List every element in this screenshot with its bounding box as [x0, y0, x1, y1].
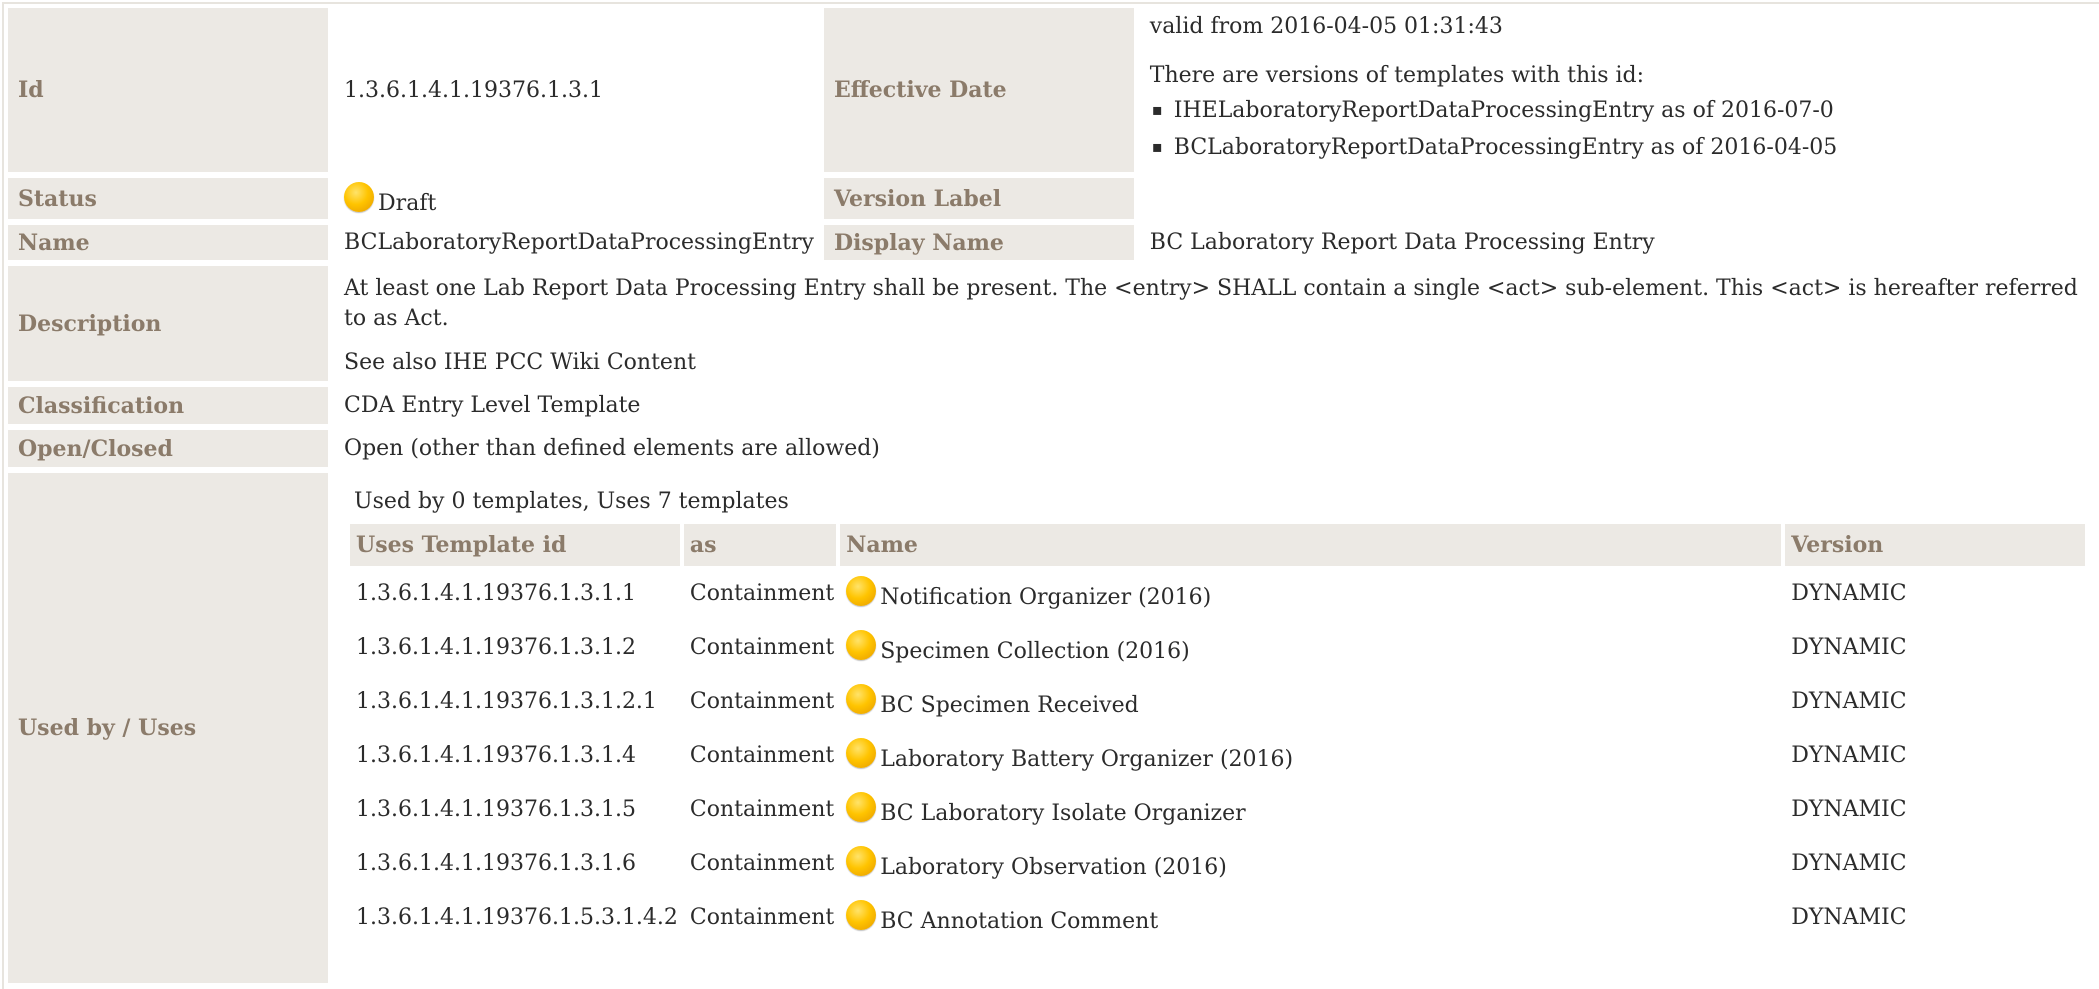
- value-version-label: [1139, 178, 2099, 225]
- uses-name-text[interactable]: Specimen Collection (2016): [880, 639, 1190, 664]
- label-name: Name: [8, 225, 335, 266]
- table-row: 1.3.6.1.4.1.19376.1.3.1.2.1 Containment …: [350, 674, 2089, 728]
- uses-id[interactable]: 1.3.6.1.4.1.19376.1.3.1.2: [350, 620, 684, 674]
- uses-version: DYNAMIC: [1791, 904, 1907, 930]
- uses-name-text[interactable]: BC Annotation Comment: [880, 909, 1158, 934]
- value-id: 1.3.6.1.4.1.19376.1.3.1: [334, 8, 824, 178]
- effective-date-cell: valid from 2016-04-05 01:31:43 There are…: [1139, 8, 2099, 178]
- uses-version: DYNAMIC: [1791, 634, 1907, 660]
- status-draft-icon: [846, 738, 877, 768]
- uses-as: Containment: [689, 634, 835, 660]
- versions-list: IHELaboratoryReportDataProcessingEntry a…: [1150, 98, 2089, 160]
- uses-name-text[interactable]: Notification Organizer (2016): [880, 585, 1211, 610]
- versions-intro: There are versions of templates with thi…: [1149, 63, 1645, 88]
- uses-id[interactable]: 1.3.6.1.4.1.19376.1.3.1.5: [350, 782, 684, 836]
- label-used-by-uses: Used by / Uses: [8, 473, 335, 983]
- uses-id[interactable]: 1.3.6.1.4.1.19376.1.3.1.6: [350, 836, 684, 890]
- status-draft-icon: [846, 576, 877, 606]
- label-effective-date: Effective Date: [823, 8, 1140, 178]
- status-draft-icon: [344, 181, 375, 212]
- col-header-as[interactable]: as: [683, 524, 841, 566]
- label-display-name: Display Name: [823, 225, 1140, 266]
- uses-id[interactable]: 1.3.6.1.4.1.19376.1.3.1.4: [350, 728, 684, 782]
- uses-name[interactable]: Notification Organizer (2016): [840, 566, 1785, 620]
- status-draft-icon: [846, 846, 877, 876]
- label-id: Id: [8, 8, 335, 178]
- uses-as: Containment: [689, 904, 835, 930]
- description-text: At least one Lab Report Data Processing …: [344, 276, 2078, 331]
- description-see-also[interactable]: See also IHE PCC Wiki Content: [344, 348, 2089, 378]
- uses-name[interactable]: BC Laboratory Isolate Organizer: [840, 782, 1785, 836]
- status-draft-icon: [846, 684, 877, 714]
- value-status: Draft: [334, 178, 824, 225]
- uses-id[interactable]: 1.3.6.1.4.1.19376.1.3.1.1: [350, 566, 684, 620]
- status-draft-icon: [846, 630, 877, 660]
- uses-name[interactable]: Laboratory Observation (2016): [840, 836, 1785, 890]
- table-row: 1.3.6.1.4.1.19376.1.5.3.1.4.2 Containmen…: [350, 890, 2089, 944]
- template-details-table: Id 1.3.6.1.4.1.19376.1.3.1 Effective Dat…: [8, 8, 2099, 983]
- uses-name-text[interactable]: Laboratory Battery Organizer (2016): [880, 747, 1293, 772]
- uses-version: DYNAMIC: [1791, 580, 1907, 606]
- table-row: 1.3.6.1.4.1.19376.1.3.1.6 Containment La…: [350, 836, 2089, 890]
- value-name: BCLaboratoryReportDataProcessingEntry: [334, 225, 824, 266]
- table-row: 1.3.6.1.4.1.19376.1.3.1.2 Containment Sp…: [350, 620, 2089, 674]
- table-row: 1.3.6.1.4.1.19376.1.3.1.4 Containment La…: [350, 728, 2089, 782]
- col-header-name[interactable]: Name: [840, 524, 1786, 566]
- uses-summary: Used by 0 templates, Uses 7 templates: [354, 489, 789, 514]
- version-link[interactable]: BCLaboratoryReportDataProcessingEntry as…: [1152, 135, 2089, 160]
- uses-name[interactable]: Laboratory Battery Organizer (2016): [840, 728, 1785, 782]
- label-status: Status: [8, 178, 335, 225]
- uses-id[interactable]: 1.3.6.1.4.1.19376.1.3.1.2.1: [350, 674, 684, 728]
- value-classification: CDA Entry Level Template: [334, 387, 2099, 430]
- label-classification: Classification: [8, 387, 335, 430]
- uses-cell: Used by 0 templates, Uses 7 templates Us…: [334, 473, 2099, 983]
- col-header-id[interactable]: Uses Template id: [350, 524, 684, 566]
- label-version-label: Version Label: [823, 178, 1140, 225]
- label-description: Description: [8, 266, 335, 387]
- uses-version: DYNAMIC: [1791, 742, 1907, 768]
- uses-version: DYNAMIC: [1791, 796, 1907, 822]
- uses-id[interactable]: 1.3.6.1.4.1.19376.1.5.3.1.4.2: [350, 890, 684, 944]
- value-effective-date: valid from 2016-04-05 01:31:43: [1149, 14, 1503, 39]
- label-open-closed: Open/Closed: [8, 430, 335, 473]
- uses-header-row: Uses Template id as Name Version: [350, 524, 2089, 566]
- version-link[interactable]: IHELaboratoryReportDataProcessingEntry a…: [1152, 98, 2089, 123]
- uses-table: Uses Template id as Name Version 1.3.6.1…: [350, 524, 2089, 944]
- uses-as: Containment: [689, 742, 835, 768]
- uses-name[interactable]: Specimen Collection (2016): [840, 620, 1785, 674]
- uses-as: Containment: [689, 796, 835, 822]
- status-draft-icon: [846, 900, 877, 930]
- status-draft-icon: [846, 792, 877, 822]
- col-header-version[interactable]: Version: [1785, 524, 2089, 566]
- value-display-name: BC Laboratory Report Data Processing Ent…: [1139, 225, 2099, 266]
- status-text: Draft: [378, 190, 437, 216]
- uses-version: DYNAMIC: [1791, 850, 1907, 876]
- uses-as: Containment: [689, 688, 835, 714]
- uses-as: Containment: [689, 580, 835, 606]
- uses-as: Containment: [689, 850, 835, 876]
- uses-version: DYNAMIC: [1791, 688, 1907, 714]
- uses-name-text[interactable]: BC Laboratory Isolate Organizer: [880, 801, 1245, 826]
- value-description: At least one Lab Report Data Processing …: [334, 266, 2099, 387]
- table-row: 1.3.6.1.4.1.19376.1.3.1.5 Containment BC…: [350, 782, 2089, 836]
- table-row: 1.3.6.1.4.1.19376.1.3.1.1 Containment No…: [350, 566, 2089, 620]
- uses-name-text[interactable]: BC Specimen Received: [880, 693, 1138, 718]
- value-open-closed: Open (other than defined elements are al…: [334, 430, 2099, 473]
- uses-name[interactable]: BC Specimen Received: [840, 674, 1785, 728]
- uses-name[interactable]: BC Annotation Comment: [840, 890, 1785, 944]
- uses-name-text[interactable]: Laboratory Observation (2016): [880, 855, 1227, 880]
